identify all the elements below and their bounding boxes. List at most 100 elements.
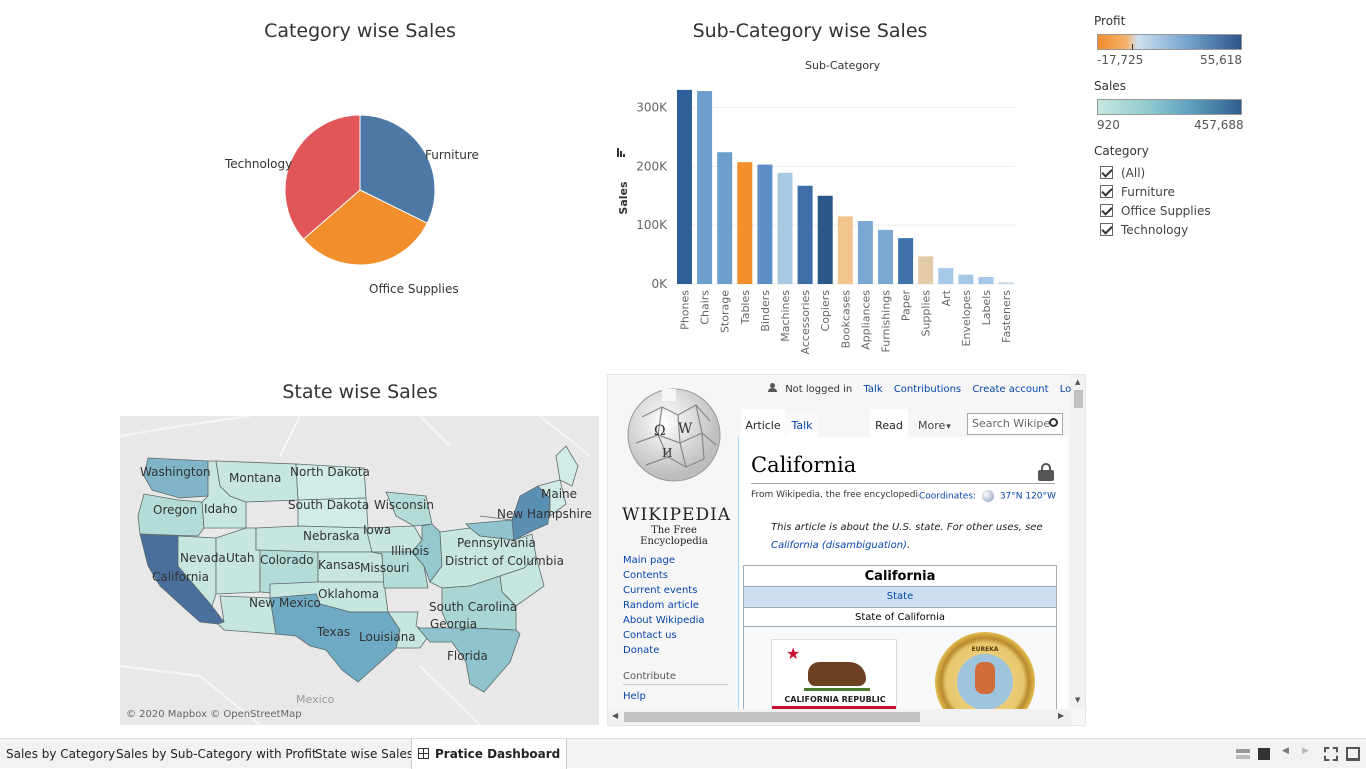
bar-supplies[interactable] [918,256,934,284]
bar-machines[interactable] [777,172,793,284]
state-label-south-dakota: South Dakota [288,498,370,512]
previous-sheet-icon[interactable]: ◀ [1282,746,1296,760]
california-flag[interactable]: ★ CALIFORNIA REPUBLIC [771,639,897,719]
wiki-tab-more[interactable]: More▾ [912,409,958,437]
checkbox-checked-icon[interactable] [1100,204,1113,217]
wiki-infobox-title: California [744,566,1056,587]
scroll-thumb[interactable] [1074,390,1083,408]
wiki-nav-main-page[interactable]: Main page [623,553,733,568]
checkbox-checked-icon[interactable] [1100,223,1113,236]
checkbox-checked-icon[interactable] [1100,185,1113,198]
presentation-mode-icon[interactable] [1346,747,1360,761]
wiki-create-account-link[interactable]: Create account [972,384,1048,395]
scroll-left-icon[interactable]: ◀ [612,711,618,720]
wikipedia-web-page[interactable]: Ω W И WIKIPEDIA The Free Encyclopedia Ma… [607,374,1086,726]
pie-chart[interactable] [200,110,520,310]
wiki-content: California From Wikipedia, the free ency… [738,437,1068,725]
category-option-office-supplies[interactable]: Office Supplies [1100,201,1260,220]
category-option-label: Technology [1121,222,1189,237]
wiki-search-input[interactable]: Search Wikipe [972,417,1050,430]
profit-legend-title: Profit [1094,14,1126,28]
bar-storage[interactable] [717,152,733,284]
svg-text:И: И [662,446,672,460]
tab-sales-by-sub-category[interactable]: Sales by Sub-Category with Profit [110,739,323,769]
bar-accessories[interactable] [797,185,813,284]
wiki-coordinates-value[interactable]: 37°N 120°W [1000,492,1056,502]
scroll-right-icon[interactable]: ▶ [1058,711,1064,720]
bar-tables[interactable] [737,162,753,284]
state-label-colorado: Colorado [260,553,314,567]
state-label-north-dakota: North Dakota [290,465,370,479]
category-option-furniture[interactable]: Furniture [1100,182,1260,201]
us-map[interactable]: Mexico Washington Montana North Dakota O… [120,416,599,725]
sales-legend-title: Sales [1094,79,1126,93]
scroll-up-icon[interactable]: ▲ [1075,378,1080,386]
state-label-new-hampshire: New Hampshire [497,507,592,521]
scroll-down-icon[interactable]: ▼ [1075,696,1080,704]
state-label-oregon: Oregon [153,503,198,517]
wiki-tab-article[interactable]: Article [741,409,785,437]
bar-copiers[interactable] [817,195,833,284]
state-label-district-of-columbia: District of Columbia [445,554,564,568]
show-tabs-icon[interactable] [1258,748,1270,760]
tab-state-wise-sales[interactable]: State wise Sales [309,739,419,769]
bar-bookcases[interactable] [837,216,853,284]
bar-chart[interactable]: 0K 100K 200K 300K Sales Phones Chairs Storage Ta… [610,70,1030,360]
bar-art[interactable] [938,268,954,284]
bar-fasteners[interactable] [998,282,1014,284]
wiki-vertical-scrollbar[interactable]: ▲ ▼ [1071,375,1085,708]
bar-labels[interactable] [978,276,994,284]
state-label-texas: Texas [317,625,351,639]
wiki-nav-donate[interactable]: Donate [623,643,733,658]
wiki-tab-talk[interactable]: Talk [786,409,818,437]
chevron-down-icon: ▾ [946,422,951,432]
wiki-hatnote: This article is about the U.S. state. Fo… [771,519,1061,555]
wiki-contributions-link[interactable]: Contributions [894,384,961,395]
sheet-tab-bar: Sales by Category Sales by Sub-Category … [0,738,1366,769]
wiki-talk-link[interactable]: Talk [863,384,882,395]
sales-color-ramp[interactable] [1097,99,1242,115]
search-icon[interactable] [1049,418,1058,427]
wiki-infobox-state[interactable]: State [744,587,1056,607]
wiki-nav-help[interactable]: Help [623,689,646,704]
bar-phones[interactable] [677,89,692,284]
x-tick-label: Art [940,289,953,306]
wiki-coordinates[interactable]: Coordinates: 37°N 120°W [919,490,1056,502]
wiki-tab-read[interactable]: Read [870,409,908,437]
state-label-florida: Florida [447,649,488,663]
bar-binders[interactable] [757,164,773,284]
wiki-logo[interactable]: Ω W И WIKIPEDIA The Free Encyclopedia [622,387,730,547]
profit-max-value: 55,618 [1200,53,1242,67]
show-filmstrip-icon[interactable] [1236,747,1250,761]
wiki-nav-contents[interactable]: Contents [623,568,733,583]
tab-pratice-dashboard[interactable]: Pratice Dashboard [411,739,568,769]
y-tick-label: 0K [651,277,668,291]
wiki-nav-random-article[interactable]: Random article [623,598,733,613]
sort-icon[interactable] [617,148,625,157]
category-option-all[interactable]: (All) [1100,163,1260,182]
wiki-nav-about[interactable]: About Wikipedia [623,613,733,628]
wiki-horizontal-scrollbar[interactable]: ◀ ▶ [608,709,1071,725]
wiki-hatnote-end: . [906,540,911,551]
scroll-thumb[interactable] [624,712,920,722]
tab-sales-by-category[interactable]: Sales by Category [0,739,121,769]
checkbox-checked-icon[interactable] [1100,166,1113,179]
wiki-from-text: From Wikipedia, the free encyclopedia [751,490,924,500]
fit-screen-icon[interactable] [1324,747,1338,761]
pie-label-office-supplies: Office Supplies [369,282,459,296]
profit-color-ramp[interactable] [1097,34,1242,50]
bar-paper[interactable] [898,238,914,284]
wiki-search-box[interactable]: Search Wikipe [967,413,1063,435]
x-tick-label: Labels [980,290,993,326]
wiki-hatnote-link[interactable]: California (disambiguation) [771,540,907,551]
wiki-contribute-heading: Contribute [623,671,728,685]
wiki-nav-contact[interactable]: Contact us [623,628,733,643]
bar-appliances[interactable] [857,221,873,284]
bar-chairs[interactable] [697,91,713,284]
wiki-nav-current-events[interactable]: Current events [623,583,733,598]
category-option-technology[interactable]: Technology [1100,220,1260,239]
bar-furnishings[interactable] [878,229,893,284]
state-label-wisconsin: Wisconsin [374,498,434,512]
next-sheet-icon[interactable]: ▶ [1302,746,1316,760]
bar-envelopes[interactable] [958,274,974,284]
